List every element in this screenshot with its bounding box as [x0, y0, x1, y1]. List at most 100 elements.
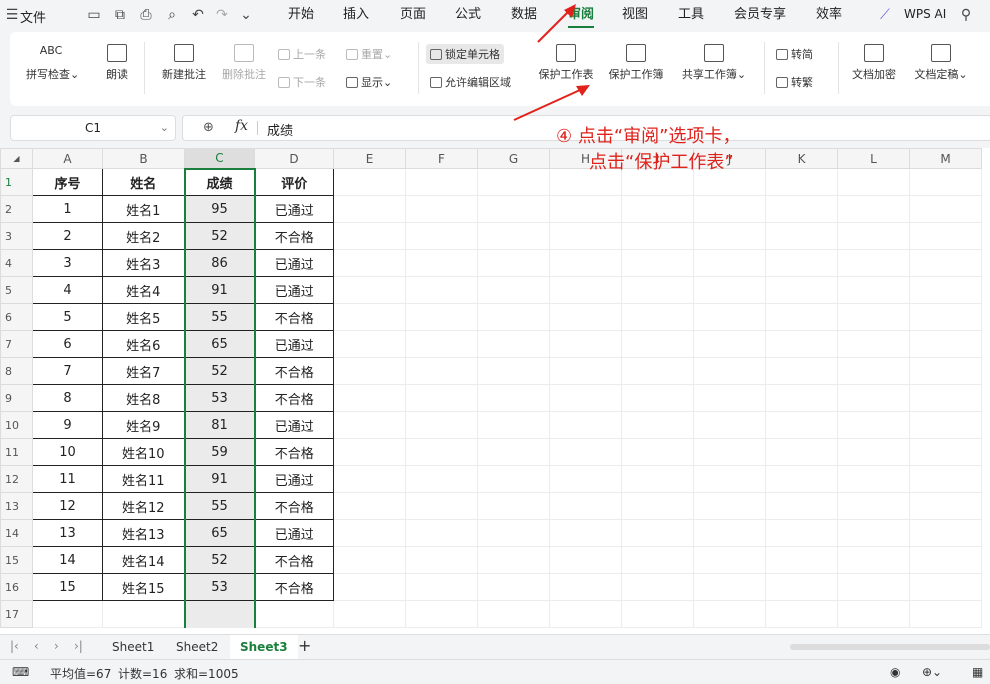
empty-cell[interactable] [621, 438, 694, 466]
horizontal-scrollbar[interactable] [790, 644, 990, 650]
data-cell[interactable]: 4 [32, 276, 103, 304]
empty-cell[interactable] [32, 600, 103, 628]
data-cell[interactable]: 8 [32, 384, 103, 412]
empty-cell[interactable] [333, 546, 406, 574]
empty-cell[interactable] [333, 519, 406, 547]
data-cell[interactable]: 姓名3 [102, 249, 185, 277]
empty-cell[interactable] [621, 384, 694, 412]
row-header[interactable]: 5 [0, 276, 33, 304]
empty-cell[interactable] [765, 276, 838, 304]
empty-cell[interactable] [477, 384, 550, 412]
allow-edit-range-button[interactable]: 允许编辑区域 [430, 74, 511, 90]
column-header-A[interactable]: A [32, 148, 103, 169]
empty-cell[interactable] [909, 465, 982, 493]
empty-cell[interactable] [477, 168, 550, 196]
data-cell[interactable]: 姓名6 [102, 330, 185, 358]
data-cell[interactable]: 不合格 [254, 384, 334, 412]
empty-cell[interactable] [837, 465, 910, 493]
data-cell[interactable]: 14 [32, 546, 103, 574]
data-cell[interactable]: 姓名10 [102, 438, 185, 466]
empty-cell[interactable] [837, 168, 910, 196]
empty-cell[interactable] [333, 168, 406, 196]
menu-tab-1[interactable]: 插入 [343, 0, 369, 30]
empty-cell[interactable] [621, 519, 694, 547]
empty-cell[interactable] [909, 573, 982, 601]
row-header[interactable]: 16 [0, 573, 33, 601]
data-cell[interactable]: 53 [183, 384, 256, 412]
data-cell[interactable]: 姓名7 [102, 357, 185, 385]
empty-cell[interactable] [909, 384, 982, 412]
empty-cell[interactable] [621, 357, 694, 385]
empty-cell[interactable] [405, 330, 478, 358]
data-cell[interactable]: 已通过 [254, 276, 334, 304]
data-cell[interactable]: 15 [32, 573, 103, 601]
data-cell[interactable]: 姓名1 [102, 195, 185, 223]
empty-cell[interactable] [333, 249, 406, 277]
empty-cell[interactable] [621, 546, 694, 574]
empty-cell[interactable] [549, 438, 622, 466]
empty-cell[interactable] [765, 222, 838, 250]
empty-cell[interactable] [837, 573, 910, 601]
page-layout-icon[interactable]: ▦ [972, 665, 983, 679]
empty-cell[interactable] [693, 438, 766, 466]
empty-cell[interactable] [405, 249, 478, 277]
menu-tab-4[interactable]: 数据 [511, 0, 537, 30]
empty-cell[interactable] [549, 222, 622, 250]
data-cell[interactable]: 52 [183, 546, 256, 574]
empty-cell[interactable] [333, 465, 406, 493]
empty-cell[interactable] [333, 276, 406, 304]
empty-cell[interactable] [837, 492, 910, 520]
name-box[interactable]: C1 ⌄ [10, 115, 176, 141]
row-header[interactable]: 3 [0, 222, 33, 250]
reset-button[interactable]: 重置 ⌄ [346, 46, 392, 62]
row-header[interactable]: 9 [0, 384, 33, 412]
empty-cell[interactable] [693, 546, 766, 574]
data-cell[interactable]: 不合格 [254, 357, 334, 385]
empty-cell[interactable] [765, 492, 838, 520]
empty-cell[interactable] [477, 546, 550, 574]
empty-cell[interactable] [693, 357, 766, 385]
empty-cell[interactable] [549, 465, 622, 493]
data-cell[interactable]: 姓名5 [102, 303, 185, 331]
empty-cell[interactable] [333, 384, 406, 412]
empty-cell[interactable] [909, 195, 982, 223]
sheet-tab-1[interactable]: Sheet1 [102, 635, 164, 659]
empty-cell[interactable] [621, 195, 694, 223]
data-cell[interactable]: 不合格 [254, 438, 334, 466]
empty-cell[interactable] [765, 168, 838, 196]
empty-cell[interactable] [333, 573, 406, 601]
empty-cell[interactable] [405, 411, 478, 439]
data-cell[interactable]: 86 [183, 249, 256, 277]
empty-cell[interactable] [909, 222, 982, 250]
data-cell[interactable]: 6 [32, 330, 103, 358]
empty-cell[interactable] [909, 411, 982, 439]
select-all-corner[interactable]: ◢ [0, 148, 33, 169]
row-header[interactable]: 15 [0, 546, 33, 574]
empty-cell[interactable] [477, 222, 550, 250]
search-icon[interactable]: ⚲ [958, 7, 974, 23]
empty-cell[interactable] [405, 384, 478, 412]
empty-cell[interactable] [477, 357, 550, 385]
empty-cell[interactable] [909, 600, 982, 628]
empty-cell[interactable] [909, 303, 982, 331]
empty-cell[interactable] [477, 438, 550, 466]
file-menu[interactable]: 文件 [20, 7, 46, 26]
read-aloud-button[interactable]: 朗读 [100, 44, 134, 82]
empty-cell[interactable] [837, 357, 910, 385]
empty-cell[interactable] [333, 411, 406, 439]
empty-cell[interactable] [837, 411, 910, 439]
empty-cell[interactable] [693, 303, 766, 331]
data-cell[interactable]: 9 [32, 411, 103, 439]
empty-cell[interactable] [621, 600, 694, 628]
empty-cell[interactable] [909, 438, 982, 466]
empty-cell[interactable] [693, 222, 766, 250]
header-cell[interactable]: 评价 [254, 168, 334, 196]
empty-cell[interactable] [837, 519, 910, 547]
empty-cell[interactable] [837, 222, 910, 250]
empty-cell[interactable] [405, 168, 478, 196]
data-cell[interactable]: 姓名15 [102, 573, 185, 601]
data-cell[interactable]: 姓名4 [102, 276, 185, 304]
empty-cell[interactable] [909, 519, 982, 547]
empty-cell[interactable] [765, 303, 838, 331]
empty-cell[interactable] [333, 222, 406, 250]
